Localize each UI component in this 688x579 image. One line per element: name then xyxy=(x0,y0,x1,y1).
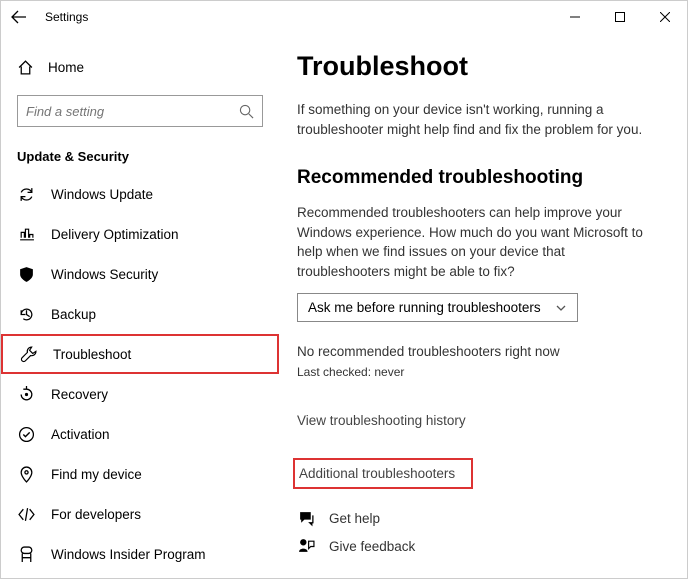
minimize-icon xyxy=(570,12,580,22)
search-box[interactable] xyxy=(17,95,263,127)
close-button[interactable] xyxy=(642,2,687,32)
developers-icon xyxy=(17,505,35,523)
sidebar: Home Update & Security Windows Update De… xyxy=(1,33,279,578)
maximize-icon xyxy=(615,12,625,22)
sidebar-item-windows-update[interactable]: Windows Update xyxy=(1,174,279,214)
sidebar-item-recovery[interactable]: Recovery xyxy=(1,374,279,414)
diagnostic-preference-dropdown[interactable]: Ask me before running troubleshooters xyxy=(297,293,578,322)
sidebar-item-label: Find my device xyxy=(51,467,142,482)
titlebar-left: Settings xyxy=(9,7,552,27)
backup-icon xyxy=(17,305,35,323)
window-body: Home Update & Security Windows Update De… xyxy=(1,33,687,578)
sidebar-home[interactable]: Home xyxy=(1,49,279,85)
window-controls xyxy=(552,2,687,32)
sidebar-item-label: Windows Insider Program xyxy=(51,547,206,562)
sync-icon xyxy=(17,185,35,203)
history-link[interactable]: View troubleshooting history xyxy=(297,413,659,428)
titlebar: Settings xyxy=(1,1,687,33)
main-content: Troubleshoot If something on your device… xyxy=(279,33,687,578)
search-input[interactable] xyxy=(26,104,239,119)
activation-icon xyxy=(17,425,35,443)
sidebar-item-activation[interactable]: Activation xyxy=(1,414,279,454)
optimization-icon xyxy=(17,225,35,243)
back-arrow-icon xyxy=(11,9,27,25)
dropdown-value: Ask me before running troubleshooters xyxy=(308,300,541,315)
sidebar-item-troubleshoot[interactable]: Troubleshoot xyxy=(1,334,279,374)
last-checked-text: Last checked: never xyxy=(297,365,659,379)
back-button[interactable] xyxy=(9,7,29,27)
sidebar-item-backup[interactable]: Backup xyxy=(1,294,279,334)
close-icon xyxy=(660,12,670,22)
insider-icon xyxy=(17,545,35,563)
page-description: If something on your device isn't workin… xyxy=(297,100,659,139)
sidebar-item-find-my-device[interactable]: Find my device xyxy=(1,454,279,494)
sidebar-item-windows-security[interactable]: Windows Security xyxy=(1,254,279,294)
sidebar-item-label: Windows Security xyxy=(51,267,158,282)
wrench-icon xyxy=(19,345,37,363)
additional-troubleshooters-link[interactable]: Additional troubleshooters xyxy=(293,458,473,489)
sidebar-item-label: Troubleshoot xyxy=(53,347,131,362)
sidebar-item-label: For developers xyxy=(51,507,141,522)
chat-icon xyxy=(297,509,315,527)
sidebar-item-label: Windows Update xyxy=(51,187,153,202)
chevron-down-icon xyxy=(555,302,567,314)
recovery-icon xyxy=(17,385,35,403)
sidebar-item-windows-insider[interactable]: Windows Insider Program xyxy=(1,534,279,574)
feedback-icon xyxy=(297,537,315,555)
recommended-heading: Recommended troubleshooting xyxy=(297,167,659,189)
page-title: Troubleshoot xyxy=(297,51,659,82)
get-help-link[interactable]: Get help xyxy=(297,509,659,527)
give-feedback-link[interactable]: Give feedback xyxy=(297,537,659,555)
sidebar-item-label: Backup xyxy=(51,307,96,322)
recommended-description: Recommended troubleshooters can help imp… xyxy=(297,203,659,281)
window-title: Settings xyxy=(45,10,88,24)
get-help-label: Get help xyxy=(329,511,380,526)
sidebar-item-label: Delivery Optimization xyxy=(51,227,179,242)
location-icon xyxy=(17,465,35,483)
sidebar-home-label: Home xyxy=(48,60,84,75)
search-icon xyxy=(239,104,254,119)
sidebar-item-delivery-optimization[interactable]: Delivery Optimization xyxy=(1,214,279,254)
give-feedback-label: Give feedback xyxy=(329,539,415,554)
minimize-button[interactable] xyxy=(552,2,597,32)
sidebar-item-label: Activation xyxy=(51,427,110,442)
shield-icon xyxy=(17,265,35,283)
maximize-button[interactable] xyxy=(597,2,642,32)
no-recommended-text: No recommended troubleshooters right now xyxy=(297,344,659,359)
sidebar-item-for-developers[interactable]: For developers xyxy=(1,494,279,534)
sidebar-section-header: Update & Security xyxy=(1,135,279,174)
sidebar-item-label: Recovery xyxy=(51,387,108,402)
home-icon xyxy=(17,59,34,76)
